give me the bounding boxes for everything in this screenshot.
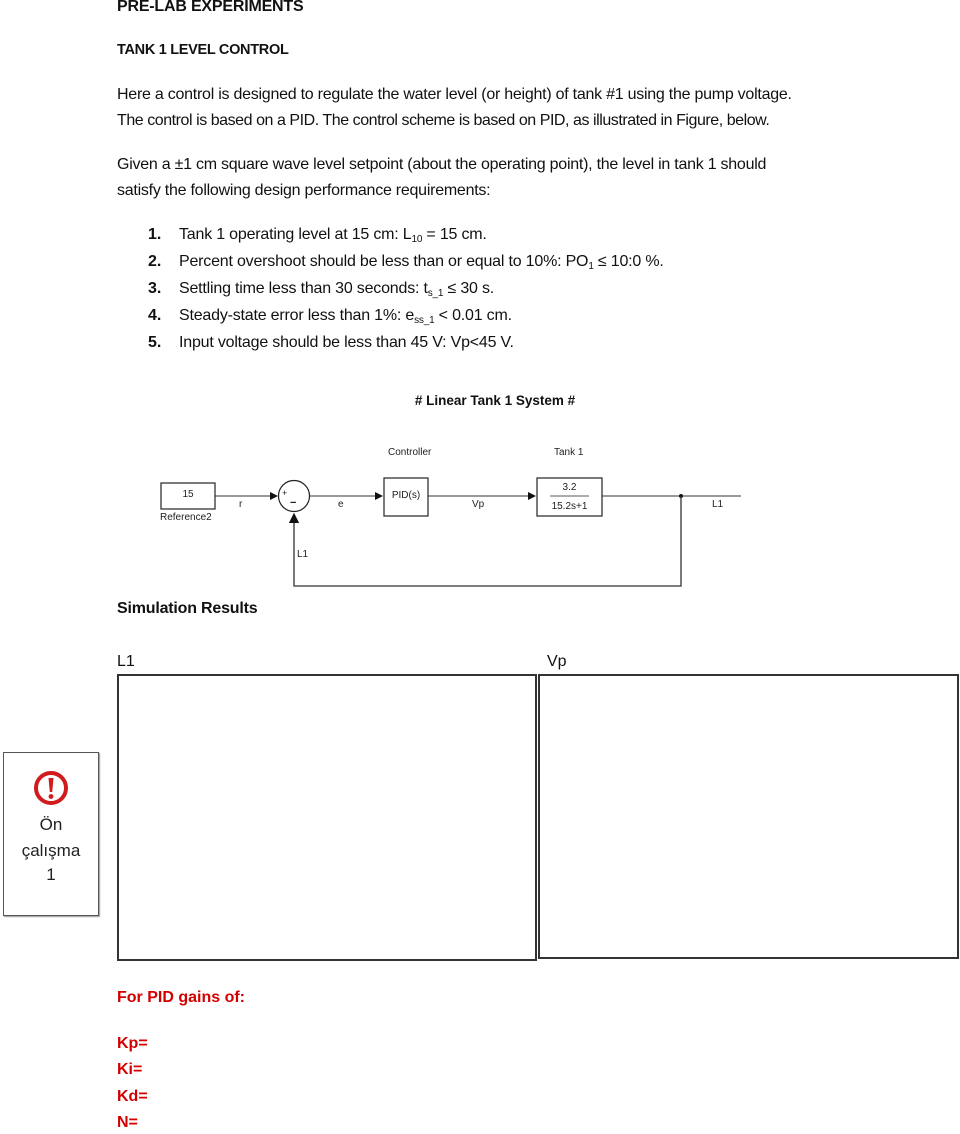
tf-numerator: 3.2 — [562, 482, 577, 493]
gain-ki: Ki= — [117, 1061, 143, 1078]
diagram-wires — [160, 477, 741, 587]
tf-denominator: 15.2s+1 — [551, 501, 588, 512]
reference-name: Reference2 — [160, 512, 212, 523]
pid-gains-heading: For PID gains of: — [117, 989, 245, 1006]
plot-vp-label: Vp — [547, 653, 567, 670]
tank-label: Tank 1 — [554, 447, 584, 458]
gain-kp: Kp= — [117, 1035, 148, 1052]
simulation-results-heading: Simulation Results — [117, 600, 258, 617]
feedback-wire — [288, 496, 682, 587]
controller-label: Controller — [388, 447, 432, 458]
plot-vp-box — [538, 674, 959, 959]
signal-r-label: r — [239, 499, 243, 510]
badge-line-1: Ön — [39, 815, 63, 834]
plot-l1-box — [117, 674, 537, 961]
gain-kd: Kd= — [117, 1088, 148, 1105]
badge-line-3: 1 — [46, 865, 56, 884]
feedback-l1-label: L1 — [297, 549, 309, 560]
exclamation-circle-icon — [34, 771, 68, 805]
plot-l1-label: L1 — [117, 653, 135, 670]
pid-block-label: PID(s) — [391, 490, 421, 501]
prelab-badge: Ön çalışma 1 — [3, 752, 99, 916]
signal-l1-label: L1 — [712, 499, 724, 510]
gain-n: N= — [117, 1114, 138, 1131]
signal-vp-label: Vp — [472, 499, 485, 510]
badge-line-2: çalışma — [21, 841, 81, 860]
sum-plus-sign: + — [282, 488, 288, 498]
sum-minus-sign: − — [290, 497, 297, 509]
signal-e-label: e — [338, 499, 344, 510]
reference-value: 15 — [182, 489, 194, 500]
